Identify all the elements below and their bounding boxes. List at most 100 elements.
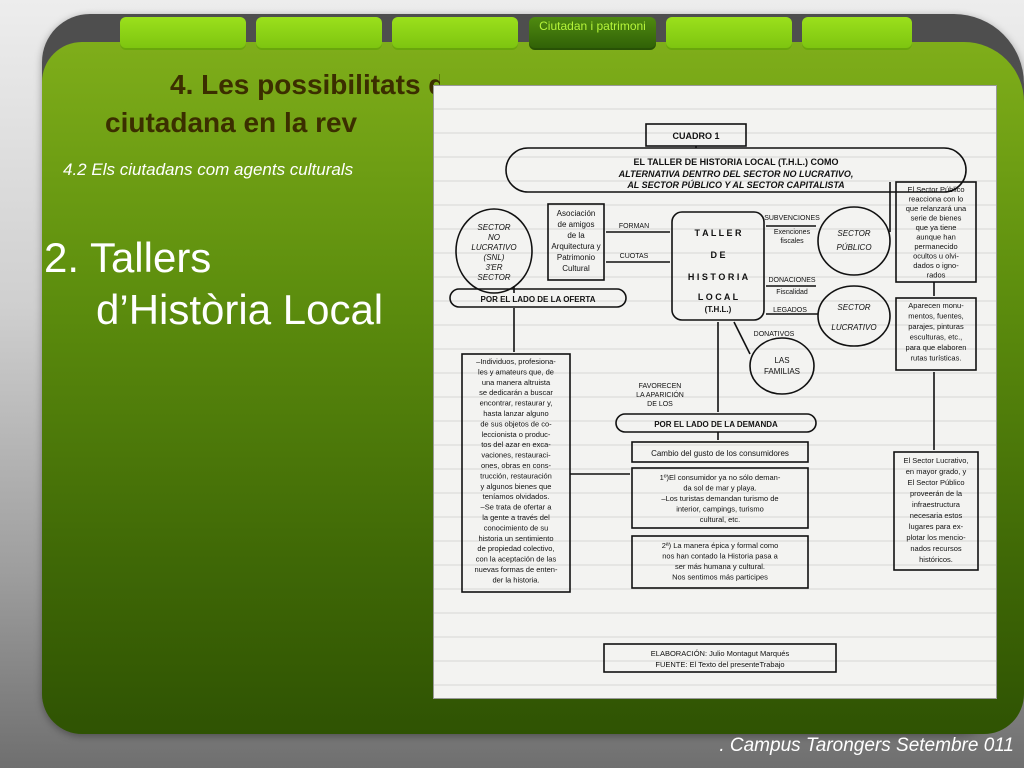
individuos-box-line-13: y algunos bienes que [481, 482, 552, 491]
sector-publico-1: SECTOR [837, 229, 870, 238]
exenciones-1: Exenciones [774, 229, 811, 236]
epica-box-line-4: Nos sentimos más participes [672, 573, 768, 582]
nav-tab-5[interactable] [666, 17, 792, 50]
exenciones-2: fiscales [780, 238, 804, 245]
individuos-box-line-6: hasta lanzar alguno [483, 409, 548, 418]
snl-3: LUCRATIVO [471, 243, 516, 252]
lucrativo-box-line-6: necesaria estos [910, 511, 963, 520]
cambio-text: Cambio del gusto de los consumidores [651, 449, 789, 458]
lucrativo-box-line-7: lugares para ex- [909, 522, 964, 531]
nav-tab-2[interactable] [256, 17, 382, 50]
lucrativo-box-line-10: históricos. [919, 555, 953, 564]
section-heading: 2. Tallers d’Història Local [44, 232, 383, 336]
consumidor-box-line-5: cultural, etc. [700, 515, 740, 524]
snl-5: 3'ER [485, 263, 502, 272]
snl-2: NO [488, 233, 500, 242]
publico-box-line-6: aunque han [916, 233, 956, 242]
banner-line3: AL SECTOR PÚBLICO Y AL SECTOR CAPITALIST… [626, 179, 844, 190]
slide-title-line2: ciutadana en la rev [105, 107, 358, 138]
consumidor-box-line-4: interior, campings, turismo [676, 505, 764, 514]
fiscalidad-label: Fiscalidad [776, 289, 808, 296]
asoc-2: de amigos [558, 220, 595, 229]
lucrativo-box-line-2: en mayor grado, y [906, 467, 967, 476]
lucrativo-box-line-9: nados recursos [910, 544, 962, 553]
individuos-box-line-5: encontrar, restaurar y, [480, 399, 553, 408]
publico-box-line-4: serie de bienes [911, 214, 962, 223]
individuos-box-line-17: conocimiento de su [484, 523, 549, 532]
aparecen-box-line-6: rutas turísticas. [911, 354, 962, 363]
familias-1: LAS [774, 356, 789, 365]
individuos-box-line-7: de sus objetos de co- [480, 419, 552, 428]
aparecen-box-line-5: para que elaboren [906, 343, 967, 352]
section-heading-line2: d’Història Local [96, 286, 384, 333]
individuos-box-line-1: –Individuos, profesiona- [476, 357, 556, 366]
thl-3: H I S T O R I A [688, 272, 749, 282]
asoc-3: de la [567, 231, 585, 240]
thl-1: T A L L E R [694, 228, 742, 238]
consumidor-box-line-3: –Los turistas demandan turismo de [661, 494, 778, 503]
individuos-box-line-10: vaciones, restauraci- [481, 451, 551, 460]
individuos-box-line-2: les y amateurs que, de [478, 367, 554, 376]
publico-box-line-1: El Sector Público [907, 185, 964, 194]
individuos-box-line-9: tos del azar en exca- [481, 440, 551, 449]
banner-line2: ALTERNATIVA DENTRO DEL SECTOR NO LUCRATI… [618, 169, 854, 179]
individuos-box-line-14: teníamos olvidados. [483, 492, 550, 501]
individuos-box-line-22: der la historia. [492, 575, 539, 584]
elaboracion-line-2: FUENTE: El Texto del presenteTrabajo [655, 660, 784, 669]
snl-6: SECTOR [477, 273, 510, 282]
familias-2: FAMILIAS [764, 367, 800, 376]
lucrativo-box-line-3: El Sector Público [907, 478, 964, 487]
epica-box-line-1: 2ª) La manera épica y formal como [662, 541, 779, 550]
cuotas-label: CUOTAS [620, 253, 649, 260]
aparecen-box-line-4: esculturas, etc., [910, 333, 963, 342]
individuos-box-line-15: –Se trata de ofertar a [481, 503, 553, 512]
nav-tab-1[interactable] [120, 17, 246, 50]
asoc-5: Patrimonio [557, 253, 596, 262]
aparecen-box-line-2: mentos, fuentes, [908, 312, 963, 321]
publico-box-line-2: reacciona con lo [909, 195, 964, 204]
banner-line1: EL TALLER DE HISTORIA LOCAL (T.H.L.) COM… [634, 157, 839, 167]
scanned-diagram-image: CUADRO 1 EL TALLER DE HISTORIA LOCAL (T.… [434, 86, 996, 698]
nav-tab-6[interactable] [802, 17, 912, 50]
legados-label: LEGADOS [773, 307, 807, 314]
sector-publico-ellipse [817, 206, 891, 276]
aparecen-box-line-1: Aparecen monu- [908, 301, 964, 310]
publico-box-line-5: que ya tiene [916, 223, 957, 232]
epica-box-line-3: ser más humana y cultural. [675, 562, 765, 571]
demanda-label: POR EL LADO DE LA DEMANDA [654, 420, 778, 429]
nav-tab-3[interactable] [392, 17, 518, 50]
slide-subtitle: 4.2 Els ciutadans com agents culturals [63, 160, 354, 179]
slide-title: 4. Les possibilitats de la participació … [60, 66, 440, 142]
individuos-box-line-12: trucción, restauración [480, 471, 552, 480]
forman-label: FORMAN [619, 223, 649, 230]
epica-box-line-2: nos han contado la Historia pasa a [662, 552, 778, 561]
publico-box-line-9: dados o igno- [913, 261, 959, 270]
donativos-label: DONATIVOS [754, 331, 795, 338]
section-heading-line1: 2. Tallers [44, 234, 212, 281]
thl-5: (T.H.L.) [705, 305, 732, 314]
consumidor-box-line-1: 1º)El consumidor ya no sólo deman- [660, 473, 781, 482]
publico-box-line-7: permanecido [914, 242, 957, 251]
lucrativo-box-line-8: plotar los mencio- [906, 533, 966, 542]
footer-text: . Campus Tarongers Setembre 011 [719, 735, 1014, 756]
favorecen-2: LA APARICIÓN [636, 390, 684, 399]
lucrativo-box-line-4: proveerán de la [910, 489, 963, 498]
individuos-box-line-3: una manera altruista [482, 378, 551, 387]
elaboracion-line-1: ELABORACIÓN: Julio Montagut Marqués [651, 649, 790, 658]
aparecen-box-line-3: parajes, pinturas [908, 322, 964, 331]
donaciones-label: DONACIONES [768, 277, 815, 284]
subvenciones-label: SUBVENCIONES [764, 215, 820, 222]
familias-ellipse [749, 337, 815, 395]
individuos-box-line-16: la gente a través del [482, 513, 550, 522]
publico-box-line-8: ocultos u olvi- [913, 252, 959, 261]
diagram-svg: CUADRO 1 EL TALLER DE HISTORIA LOCAL (T.… [449, 123, 979, 673]
individuos-box-line-4: se dedicarán a buscar [479, 388, 553, 397]
sector-publico-2: PÚBLICO [836, 243, 871, 252]
nav-tab-ciutadan-i-patrimoni[interactable]: Ciutadan i patrimoni [529, 17, 656, 50]
publico-box-line-3: que relanzará una [906, 204, 967, 213]
individuos-box-line-11: ones, obras en cons- [481, 461, 552, 470]
individuos-box-line-8: leccionista o produc- [482, 430, 551, 439]
asoc-4: Arquitectura y [551, 242, 600, 251]
individuos-box-line-18: historia un sentimiento [478, 534, 553, 543]
snl-1: SECTOR [477, 223, 510, 232]
